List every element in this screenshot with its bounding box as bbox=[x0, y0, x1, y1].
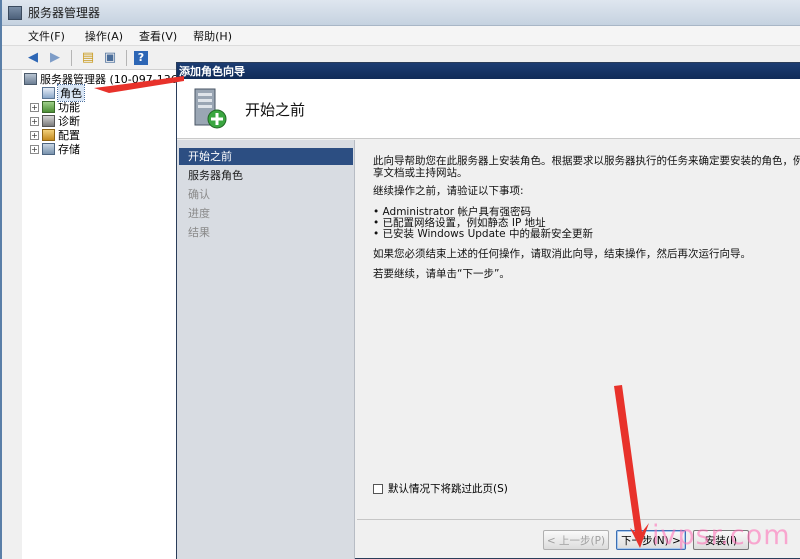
step-confirmation: 确认 bbox=[188, 188, 210, 201]
features-icon bbox=[42, 101, 55, 113]
step-results: 结果 bbox=[188, 226, 210, 239]
menu-view[interactable]: 查看(V) bbox=[133, 28, 187, 44]
step-before-you-begin[interactable]: 开始之前 bbox=[179, 148, 353, 165]
window-title: 服务器管理器 bbox=[28, 6, 101, 20]
toolbar-separator bbox=[126, 49, 127, 66]
previous-button[interactable]: < 上一步(P) bbox=[543, 530, 609, 550]
wizard-titlebar[interactable]: 添加角色向导 bbox=[177, 63, 800, 79]
watermark-text: ivpsr.com bbox=[652, 520, 791, 551]
wizard-header: 开始之前 bbox=[177, 79, 800, 139]
requirement-updates: • 已安装 Windows Update 中的最新安全更新 bbox=[373, 228, 593, 240]
tree-root-server-manager[interactable]: 服务器管理器 (10-097-136- bbox=[24, 72, 182, 86]
tree-item-storage[interactable]: + 存储 bbox=[30, 142, 80, 156]
continue-instructions: 若要继续，请单击“下一步”。 bbox=[373, 268, 510, 280]
menu-help[interactable]: 帮助(H) bbox=[187, 28, 242, 44]
skip-page-checkbox[interactable]: 默认情况下将跳过此页(S) bbox=[373, 481, 508, 496]
server-icon bbox=[24, 73, 37, 85]
toolbar-separator bbox=[71, 49, 72, 66]
cancel-instructions: 如果您必须结束上述的任何操作，请取消此向导，结束操作，然后再次运行向导。 bbox=[373, 248, 751, 260]
back-icon[interactable]: ◀ bbox=[24, 49, 42, 67]
configuration-icon bbox=[42, 129, 55, 141]
help-icon[interactable]: ? bbox=[134, 50, 148, 65]
skip-page-label: 默认情况下将跳过此页(S) bbox=[388, 483, 508, 495]
intro-text-line2: 享文档或主持网站。 bbox=[373, 167, 468, 179]
tree-item-diagnostics[interactable]: + 诊断 bbox=[30, 114, 80, 128]
wizard-steps-nav: 开始之前 服务器角色 确认 进度 结果 bbox=[177, 140, 355, 559]
add-server-role-icon bbox=[194, 88, 227, 129]
wizard-title: 添加角色向导 bbox=[179, 65, 245, 78]
diagnostics-icon bbox=[42, 115, 55, 127]
checkbox-box[interactable] bbox=[373, 483, 383, 494]
storage-icon bbox=[42, 143, 55, 155]
wizard-page-title: 开始之前 bbox=[245, 101, 306, 119]
wizard-content: 此向导帮助您在此服务器上安装角色。根据要求以服务器执行的任务来确定要安装的角色，… bbox=[357, 140, 800, 515]
verify-heading: 继续操作之前，请验证以下事项: bbox=[373, 185, 524, 197]
window-titlebar[interactable]: 服务器管理器 bbox=[2, 0, 800, 26]
expand-icon[interactable]: + bbox=[30, 102, 39, 112]
console-tree-icon[interactable]: ▣ bbox=[101, 49, 119, 67]
server-manager-icon bbox=[8, 5, 22, 20]
tree-item-features[interactable]: + 功能 bbox=[30, 100, 80, 114]
menu-action[interactable]: 操作(A) bbox=[75, 28, 133, 44]
roles-icon bbox=[42, 87, 55, 99]
menu-bar: 文件(F) 操作(A) 查看(V) 帮助(H) bbox=[2, 26, 800, 46]
step-progress: 进度 bbox=[188, 207, 210, 220]
expand-icon[interactable]: + bbox=[30, 144, 39, 154]
expand-icon[interactable]: + bbox=[30, 130, 39, 140]
expand-icon[interactable]: + bbox=[30, 116, 39, 126]
menu-file[interactable]: 文件(F) bbox=[2, 28, 75, 44]
up-folder-icon[interactable]: ▤ bbox=[79, 49, 97, 67]
step-server-roles[interactable]: 服务器角色 bbox=[179, 167, 353, 184]
tree-item-roles[interactable]: 角色 bbox=[42, 84, 85, 102]
add-roles-wizard-dialog: 添加角色向导 开始之前 开始之前 服务器角色 确认 进度 结果 此向导帮助您在此… bbox=[176, 62, 800, 559]
intro-text-line1: 此向导帮助您在此服务器上安装角色。根据要求以服务器执行的任务来确定要安装的角色，… bbox=[373, 155, 800, 167]
forward-icon[interactable]: ▶ bbox=[46, 49, 64, 67]
console-tree: 服务器管理器 (10-097-136- 角色 + 功能 + 诊断 + 配置 + … bbox=[22, 70, 182, 559]
server-manager-window: 服务器管理器 文件(F) 操作(A) 查看(V) 帮助(H) ◀ ▶ ▤ ▣ ?… bbox=[0, 0, 800, 559]
tree-item-configuration[interactable]: + 配置 bbox=[30, 128, 80, 142]
